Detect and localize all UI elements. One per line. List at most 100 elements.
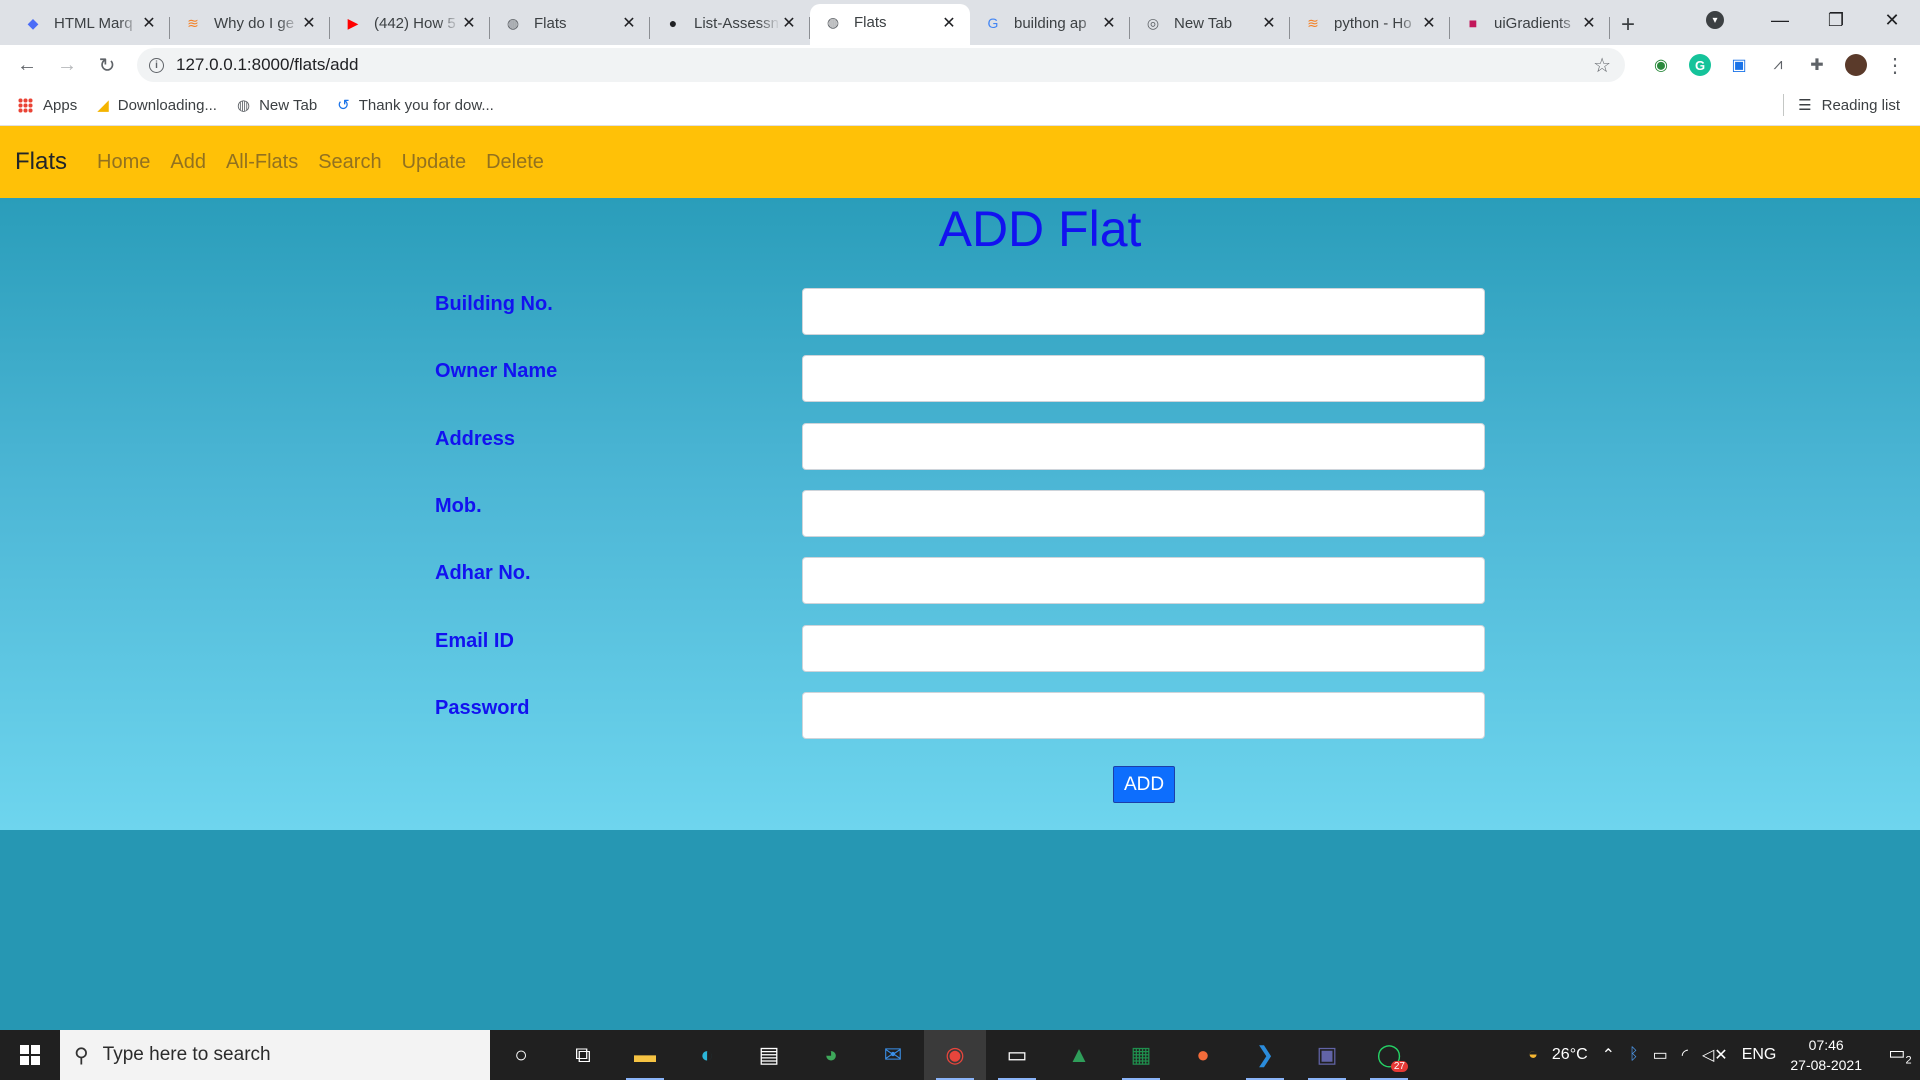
- browser-tab[interactable]: ≋ python - Ho ✕: [1290, 5, 1450, 45]
- close-tab-icon[interactable]: ✕: [1580, 13, 1598, 33]
- close-tab-icon[interactable]: ✕: [460, 13, 478, 33]
- chevron-up-icon[interactable]: ⌃: [1602, 1045, 1615, 1065]
- bookmark-apps[interactable]: Apps: [18, 97, 77, 114]
- bookmark-thank-you[interactable]: ↺ Thank you for dow...: [337, 96, 494, 115]
- nav-delete[interactable]: Delete: [486, 151, 544, 174]
- site-info-icon[interactable]: i: [149, 57, 164, 73]
- nav-update[interactable]: Update: [402, 151, 467, 174]
- forward-button[interactable]: →: [47, 54, 87, 77]
- address-bar[interactable]: i 127.0.0.1:8000/flats/add ☆: [137, 48, 1625, 82]
- start-button[interactable]: [0, 1030, 60, 1080]
- field-building-no: Building No.: [435, 288, 1485, 335]
- excel-icon[interactable]: ▦: [1110, 1030, 1172, 1080]
- extensions-puzzle-icon[interactable]: ✚: [1806, 54, 1828, 76]
- search-icon: ⚲: [74, 1044, 89, 1067]
- mobile-input[interactable]: [802, 490, 1485, 537]
- browser-tab[interactable]: ◆ HTML Marq ✕: [10, 5, 170, 45]
- close-tab-icon[interactable]: ✕: [300, 13, 318, 33]
- form-title-text: ADD Flat: [938, 201, 1142, 257]
- password-input[interactable]: [802, 692, 1485, 739]
- reading-list-icon: ☰: [1798, 97, 1812, 114]
- form-title: ADD Flat: [0, 198, 1920, 258]
- tab-title: (442) How 5: [374, 14, 456, 32]
- sourcetree-icon[interactable]: ▲: [1048, 1030, 1110, 1080]
- notification-count: 2: [1905, 1054, 1912, 1067]
- task-view-icon[interactable]: ⧉: [552, 1030, 614, 1080]
- bookmark-new-tab[interactable]: ◍ New Tab: [237, 96, 317, 115]
- postman-icon[interactable]: ●: [1172, 1030, 1234, 1080]
- field-label: Email ID: [435, 630, 514, 652]
- store-icon[interactable]: ▤: [738, 1030, 800, 1080]
- field-label: Adhar No.: [435, 562, 531, 584]
- navbar-brand[interactable]: Flats: [15, 148, 67, 176]
- volume-muted-icon[interactable]: ◁✕: [1702, 1045, 1728, 1065]
- close-tab-icon[interactable]: ✕: [1100, 13, 1118, 33]
- profile-avatar[interactable]: [1845, 54, 1867, 76]
- back-button[interactable]: ←: [7, 54, 47, 77]
- browser-tab[interactable]: ≋ Why do I ge ✕: [170, 5, 330, 45]
- notification-center-icon[interactable]: ▭2: [1880, 1043, 1920, 1067]
- email-input[interactable]: [802, 625, 1485, 672]
- adhar-no-input[interactable]: [802, 557, 1485, 604]
- bookmark-star-icon[interactable]: ☆: [1593, 53, 1611, 78]
- vscode-icon[interactable]: ❯: [1234, 1030, 1296, 1080]
- screen-capture-icon[interactable]: ▣: [1728, 54, 1750, 76]
- tab-search-icon[interactable]: ▾: [1706, 11, 1724, 29]
- restore-button[interactable]: ❐: [1808, 10, 1864, 31]
- taskbar-search[interactable]: ⚲ Type here to search: [60, 1030, 490, 1080]
- close-tab-icon[interactable]: ✕: [780, 13, 798, 33]
- browser-tab[interactable]: ◍ Flats ✕: [490, 5, 650, 45]
- menu-kebab-icon[interactable]: ⋮: [1884, 54, 1906, 77]
- battery-icon[interactable]: ▭: [1653, 1045, 1668, 1065]
- browser-tab[interactable]: ● List-Assessn ✕: [650, 5, 810, 45]
- browser-tab[interactable]: ▶ (442) How 5 ✕: [330, 5, 490, 45]
- cortana-icon[interactable]: ○: [490, 1030, 552, 1080]
- grammarly-icon[interactable]: G: [1689, 54, 1711, 76]
- reload-button[interactable]: ↻: [87, 53, 127, 78]
- add-button[interactable]: ADD: [1113, 766, 1175, 803]
- address-input[interactable]: [802, 423, 1485, 470]
- minimize-button[interactable]: —: [1752, 10, 1808, 31]
- terminal-icon[interactable]: ▭: [986, 1030, 1048, 1080]
- close-tab-icon[interactable]: ✕: [620, 13, 638, 33]
- close-tab-icon[interactable]: ✕: [940, 13, 958, 33]
- edge-icon[interactable]: ◐: [676, 1030, 738, 1080]
- weather-icon[interactable]: ◒: [1528, 1046, 1538, 1064]
- close-window-button[interactable]: ✕: [1864, 10, 1920, 31]
- browser-tab[interactable]: Gbuilding ap ✕: [970, 5, 1130, 45]
- bluetooth-icon[interactable]: ᛒ: [1629, 1046, 1639, 1064]
- building-no-input[interactable]: [802, 288, 1485, 335]
- reading-list-button[interactable]: ☰ Reading list: [1783, 94, 1900, 116]
- chrome-taskbar-icon[interactable]: ◉: [924, 1030, 986, 1080]
- page-content: Flats Home Add All-Flats Search Update D…: [0, 126, 1920, 1030]
- browser-tab[interactable]: ◎ New Tab ✕: [1130, 5, 1290, 45]
- analytics-icon[interactable]: ⩘: [1767, 54, 1789, 76]
- clock[interactable]: 07:46 27-08-2021: [1790, 1035, 1862, 1075]
- whatsapp-icon[interactable]: ◯ 27: [1358, 1030, 1420, 1080]
- nav-home[interactable]: Home: [97, 151, 150, 174]
- nav-all-flats[interactable]: All-Flats: [226, 151, 298, 174]
- bookmark-downloading[interactable]: ◢ Downloading...: [97, 96, 217, 115]
- teams-icon[interactable]: ▣: [1296, 1030, 1358, 1080]
- globe-extension-icon[interactable]: ◉: [1650, 54, 1672, 76]
- close-tab-icon[interactable]: ✕: [140, 13, 158, 33]
- nav-add[interactable]: Add: [170, 151, 206, 174]
- site-navbar: Flats Home Add All-Flats Search Update D…: [0, 126, 1920, 198]
- browser-tab[interactable]: ◍ Flats ✕: [810, 4, 970, 45]
- mail-icon[interactable]: ✉: [862, 1030, 924, 1080]
- stackoverflow-icon: ≋: [187, 14, 199, 31]
- close-tab-icon[interactable]: ✕: [1420, 13, 1438, 33]
- new-tab-button[interactable]: +: [1610, 5, 1646, 45]
- browser-tab[interactable]: ■ uiGradients ✕: [1450, 5, 1610, 45]
- owner-name-input[interactable]: [802, 355, 1485, 402]
- nav-search[interactable]: Search: [318, 151, 381, 174]
- search-placeholder: Type here to search: [102, 1044, 271, 1065]
- close-tab-icon[interactable]: ✕: [1260, 13, 1278, 33]
- weather-temp[interactable]: 26°C: [1552, 1046, 1588, 1064]
- photos-icon[interactable]: ◕: [800, 1030, 862, 1080]
- url-text[interactable]: 127.0.0.1:8000/flats/add: [176, 55, 358, 75]
- uigradients-icon: ■: [1468, 15, 1478, 31]
- file-explorer-icon[interactable]: ▬: [614, 1030, 676, 1080]
- language-indicator[interactable]: ENG: [1742, 1046, 1777, 1064]
- wifi-icon[interactable]: ◜: [1682, 1045, 1688, 1065]
